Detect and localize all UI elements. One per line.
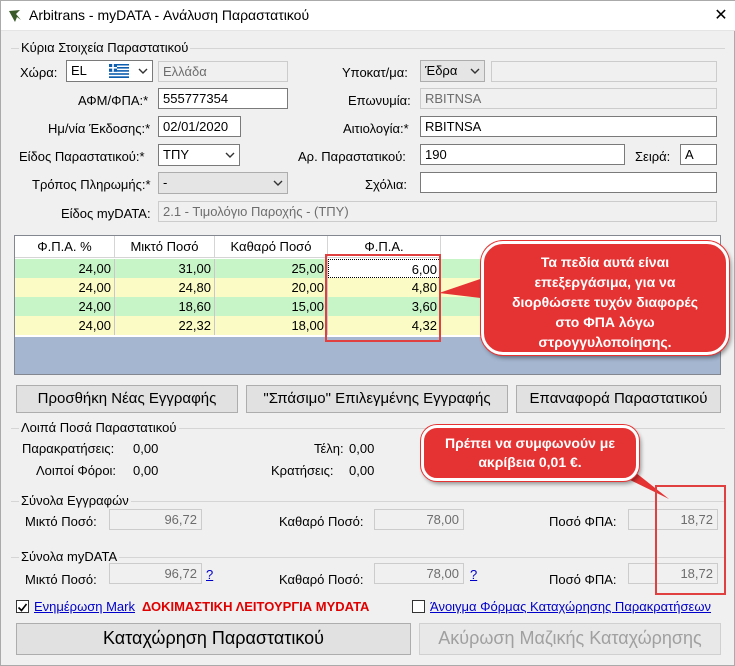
branch-extra-field: [491, 61, 717, 82]
country-label: Χώρα:: [20, 65, 58, 80]
cell-gross[interactable]: 22,32: [115, 316, 215, 335]
name-label: Επωνυμία:: [348, 93, 411, 108]
afm-field[interactable]: 555777354: [158, 88, 288, 109]
records-gross-label: Μικτό Ποσό:: [25, 514, 97, 529]
cell-vat-pct[interactable]: 24,00: [15, 278, 115, 297]
docnum-field[interactable]: 190: [420, 144, 625, 165]
match-callout: Πρέπει να συμφωνούν με ακρίβεια 0,01 €.: [421, 425, 639, 481]
other-amounts-label: Λοιπά Ποσά Παραστατικού: [19, 420, 179, 435]
chevron-down-icon: [138, 68, 148, 74]
date-label: Ημ/νία Έκδοσης:*: [48, 121, 151, 136]
date-field[interactable]: 02/01/2020: [158, 116, 241, 137]
fees-label: Τέλη:: [314, 441, 344, 456]
other-taxes-value: 0,00: [133, 463, 159, 478]
test-mode-label: ΔΟΚΙΜΑΣΤΙΚΗ ΛΕΙΤΟΥΡΓΙΑ MYDATA: [142, 599, 370, 614]
open-withholding-checkbox[interactable]: [412, 600, 425, 613]
records-vat-label: Ποσό ΦΠΑ:: [549, 514, 617, 529]
grid-header-gross[interactable]: Μικτό Ποσό: [115, 236, 215, 258]
mydata-type-label: Είδος myDATA:: [61, 206, 151, 221]
withholding-value: 0,00: [133, 441, 159, 456]
cell-vat-pct[interactable]: 24,00: [15, 316, 115, 335]
payment-value: -: [163, 175, 168, 190]
main-group-label: Κύρια Στοιχεία Παραστατικού: [19, 40, 191, 55]
branch-select[interactable]: Έδρα: [420, 60, 485, 82]
reason-label: Αιτιολογία:*: [343, 121, 409, 136]
grid-header-net[interactable]: Καθαρό Ποσό: [215, 236, 328, 258]
series-field[interactable]: A: [680, 144, 717, 165]
app-window: Arbitrans - myDATA - Ανάλυση Παραστατικο…: [0, 0, 735, 666]
country-select[interactable]: EL: [66, 60, 153, 82]
cell-vat-pct[interactable]: 24,00: [15, 259, 115, 278]
editable-fields-callout: Τα πεδία αυτά είναι επεξεργάσιμα, για να…: [481, 241, 729, 355]
afm-label: ΑΦΜ/ΦΠΑ:*: [78, 93, 149, 108]
series-label: Σειρά:: [635, 149, 671, 164]
cancel-batch-button[interactable]: Ακύρωση Μαζικής Καταχώρησης: [419, 623, 721, 655]
vat-totals-highlight: [655, 485, 726, 595]
deductions-value: 0,00: [349, 463, 375, 478]
totals-records-label: Σύνολα Εγγραφών: [19, 493, 131, 508]
deductions-label: Κρατήσεις:: [271, 463, 334, 478]
cell-gross[interactable]: 31,00: [115, 259, 215, 278]
match-callout-text: Πρέπει να συμφωνούν με ακρίβεια 0,01 €.: [444, 435, 616, 470]
doctype-value: ΤΠΥ: [163, 147, 189, 162]
reason-field[interactable]: RBITNSA: [420, 116, 717, 137]
chevron-down-icon: [225, 152, 235, 158]
update-mark-link[interactable]: Ενημέρωση Mark: [34, 599, 135, 614]
comments-field[interactable]: [420, 172, 717, 193]
withholding-label: Παρακρατήσεις:: [22, 441, 115, 456]
payment-select[interactable]: -: [158, 172, 288, 194]
restore-document-button[interactable]: Επαναφορά Παραστατικού: [516, 385, 721, 413]
country-name-field: Ελλάδα: [158, 61, 288, 82]
cell-net[interactable]: 15,00: [215, 297, 328, 316]
doctype-label: Είδος Παραστατικού:*: [19, 149, 145, 164]
open-withholding-link[interactable]: Άνοιγμα Φόρμας Καταχώρησης Παρακρατήσεων: [430, 599, 711, 614]
cell-gross[interactable]: 24,80: [115, 278, 215, 297]
checkmark-icon: [17, 603, 28, 612]
cell-net[interactable]: 18,00: [215, 316, 328, 335]
branch-value: Έδρα: [425, 63, 458, 78]
grid-header-vat-pct[interactable]: Φ.Π.Α. %: [15, 236, 115, 258]
branch-label: Υποκατ/μα:: [342, 65, 408, 80]
close-icon[interactable]: ✕: [706, 1, 735, 31]
other-taxes-label: Λοιποί Φόροι:: [36, 463, 117, 478]
mydata-type-field: 2.1 - Τιμολόγιο Παροχής - (ΤΠΥ): [158, 201, 717, 222]
mydata-net-label: Καθαρό Ποσό:: [279, 572, 364, 587]
mydata-gross-help[interactable]: ?: [206, 567, 213, 582]
cell-vat-pct[interactable]: 24,00: [15, 297, 115, 316]
mydata-vat-label: Ποσό ΦΠΑ:: [549, 572, 617, 587]
split-record-button[interactable]: "Σπάσιμο" Επιλεγμένης Εγγραφής: [246, 385, 508, 413]
chevron-down-icon: [273, 180, 283, 186]
vat-column-highlight: [325, 254, 441, 342]
cell-net[interactable]: 25,00: [215, 259, 328, 278]
cell-gross[interactable]: 18,60: [115, 297, 215, 316]
editable-callout-text: Τα πεδία αυτά είναι επεξεργάσιμα, για να…: [512, 254, 698, 350]
records-net-field: 78,00: [374, 509, 464, 530]
payment-label: Τρόπος Πληρωμής:*: [32, 177, 151, 192]
app-logo-icon: [9, 10, 21, 22]
country-code: EL: [71, 63, 87, 78]
submit-document-button[interactable]: Καταχώρηση Παραστατικού: [16, 623, 411, 655]
fees-value: 0,00: [349, 441, 375, 456]
comments-label: Σχόλια:: [365, 177, 408, 192]
name-field: RBITNSA: [420, 88, 717, 109]
title-bar: Arbitrans - myDATA - Ανάλυση Παραστατικο…: [1, 1, 735, 31]
add-record-button[interactable]: Προσθήκη Νέας Εγγραφής: [16, 385, 238, 413]
mydata-net-field: 78,00: [374, 563, 464, 584]
greece-flag-icon: [109, 64, 129, 78]
records-gross-field: 96,72: [109, 509, 202, 530]
doctype-select[interactable]: ΤΠΥ: [158, 144, 240, 166]
window-title: Arbitrans - myDATA - Ανάλυση Παραστατικο…: [29, 7, 310, 23]
cell-net[interactable]: 20,00: [215, 278, 328, 297]
totals-mydata-label: Σύνολα myDATA: [19, 549, 120, 564]
chevron-down-icon: [470, 68, 480, 74]
mydata-net-help[interactable]: ?: [470, 567, 477, 582]
docnum-label: Αρ. Παραστατικού:: [298, 149, 406, 164]
mydata-gross-label: Μικτό Ποσό:: [25, 572, 97, 587]
records-net-label: Καθαρό Ποσό:: [279, 514, 364, 529]
update-mark-checkbox[interactable]: [16, 600, 29, 613]
mydata-gross-field: 96,72: [109, 563, 202, 584]
